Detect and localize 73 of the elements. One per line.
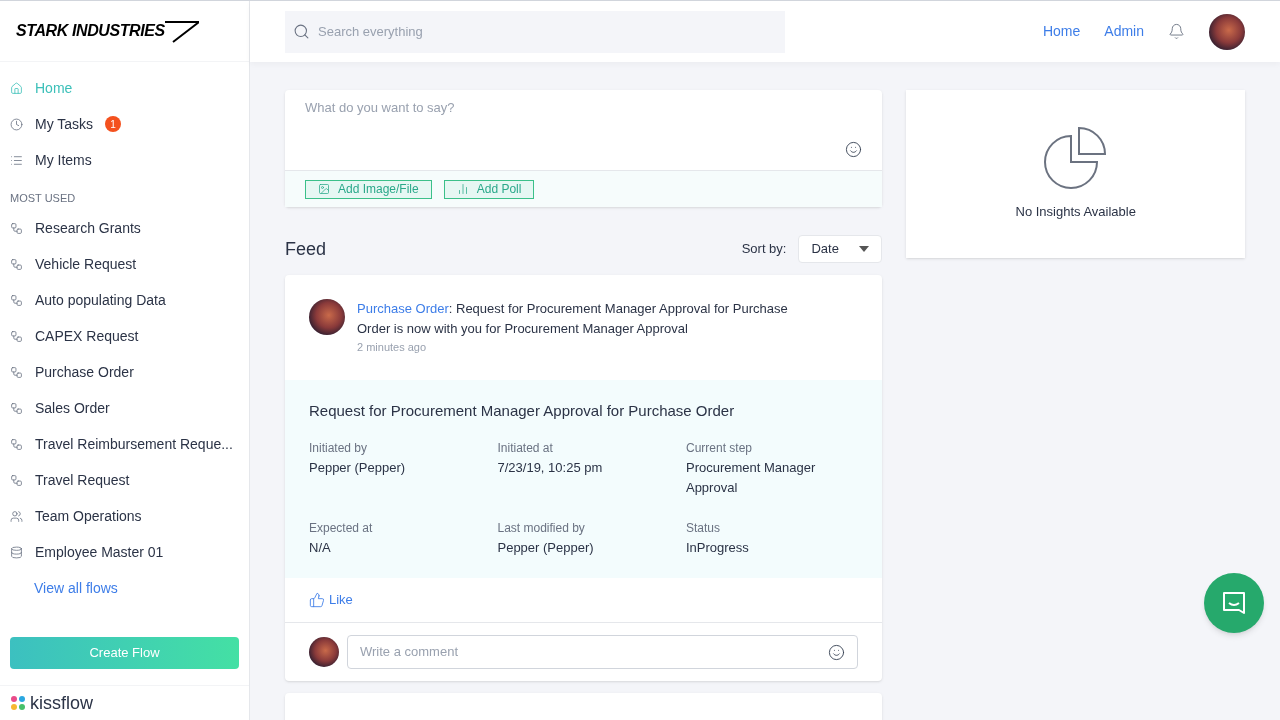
field-label: Status [685, 520, 721, 537]
search-input[interactable]: Search everything [318, 21, 777, 42]
sidebar-item[interactable]: Team Operations [35, 506, 142, 527]
notification-icon[interactable] [1168, 23, 1185, 40]
field-label: Initiated at [497, 440, 554, 457]
flow-icon [10, 366, 23, 379]
post-input[interactable]: What do you want to say? [305, 98, 863, 118]
team-icon [10, 510, 23, 523]
sidebar-item[interactable]: Travel Request [35, 470, 130, 491]
sidebar-item[interactable]: Vehicle Request [35, 254, 137, 275]
empty-insights-text: No Insights Available [1015, 203, 1136, 222]
search-icon [293, 23, 310, 40]
caret-icon [859, 246, 870, 252]
kissflow-logo-icon [10, 695, 26, 711]
flow-icon [10, 222, 23, 235]
post-time: 2 minutes ago [357, 340, 428, 355]
company-logo: STARK INDUSTRIES [16, 18, 199, 44]
field-label: Last modified by [497, 520, 586, 537]
sidebar-item[interactable]: Research Grants [35, 218, 141, 239]
post-message: Purchase Order: Request for Procurement Manager Approval for Purchase Order is now with you for Procurement Manager Approval [357, 300, 789, 338]
sidebar-item[interactable]: Auto populating Data [35, 290, 166, 311]
like-button[interactable]: Like [309, 590, 353, 610]
field-value: Pepper (Pepper) [497, 539, 595, 557]
field-value: Procurement Manager Approval [685, 459, 817, 497]
flow-link[interactable]: Purchase Order [357, 301, 449, 316]
avatar [1209, 13, 1245, 50]
avatar [309, 299, 345, 335]
flow-icon [10, 474, 23, 487]
field-value: 7/23/19, 10:25 pm [497, 459, 604, 477]
field-label: Initiated by [309, 440, 369, 457]
section-title: MOST USED [9, 191, 77, 206]
comment-field[interactable]: Write a comment [347, 635, 859, 669]
emoji-icon[interactable] [828, 643, 846, 661]
feed-title: Feed [285, 237, 327, 261]
flow-icon [10, 294, 23, 307]
flow-icon [10, 402, 23, 415]
field-label: Current step [685, 440, 753, 457]
sort-label: Sort by: [741, 240, 787, 259]
sidebar-item[interactable]: Sales Order [35, 398, 110, 419]
field-value: N/A [309, 539, 332, 557]
request-title: Request for Procurement Manager Approval for Purchase Order [309, 400, 736, 421]
sidebar-item[interactable]: My Tasks [35, 113, 94, 135]
list-icon [10, 153, 23, 167]
sidebar-item[interactable]: My Items [35, 149, 92, 171]
kissflow-logo: kissflow [30, 691, 93, 715]
flow-icon [10, 258, 23, 271]
field-value: InProgress [685, 539, 750, 557]
nav-link[interactable]: Admin [1104, 21, 1144, 42]
emoji-icon[interactable] [845, 141, 863, 158]
image-icon [318, 183, 330, 195]
flow-icon [10, 330, 23, 343]
field-value: Pepper (Pepper) [309, 459, 407, 477]
chat-button[interactable] [1204, 573, 1264, 633]
field-label: Expected at [309, 520, 374, 537]
sidebar-item[interactable]: Employee Master 01 [35, 542, 164, 563]
chat-icon [1221, 590, 1247, 616]
database-icon [10, 546, 23, 559]
poll-icon [456, 183, 469, 195]
sidebar-item[interactable]: Travel Reimbursement Reque... [35, 434, 233, 455]
thumbs-up-icon [309, 592, 325, 608]
comment-input[interactable]: Write a comment [360, 642, 829, 662]
count-badge: 1 [105, 116, 122, 132]
sidebar-item[interactable]: CAPEX Request [35, 326, 139, 347]
nav-link[interactable]: Home [1042, 21, 1081, 42]
flow-icon [10, 438, 23, 451]
view-all-link[interactable]: View all flows [34, 578, 118, 599]
clock-icon [10, 117, 23, 131]
avatar [309, 637, 339, 667]
pie-chart-icon [1043, 126, 1108, 191]
sort-dropdown[interactable]: Date [798, 235, 883, 263]
sidebar-item[interactable]: Purchase Order [35, 362, 134, 383]
home-icon [10, 81, 23, 95]
search-field[interactable]: Search everything [285, 10, 785, 53]
